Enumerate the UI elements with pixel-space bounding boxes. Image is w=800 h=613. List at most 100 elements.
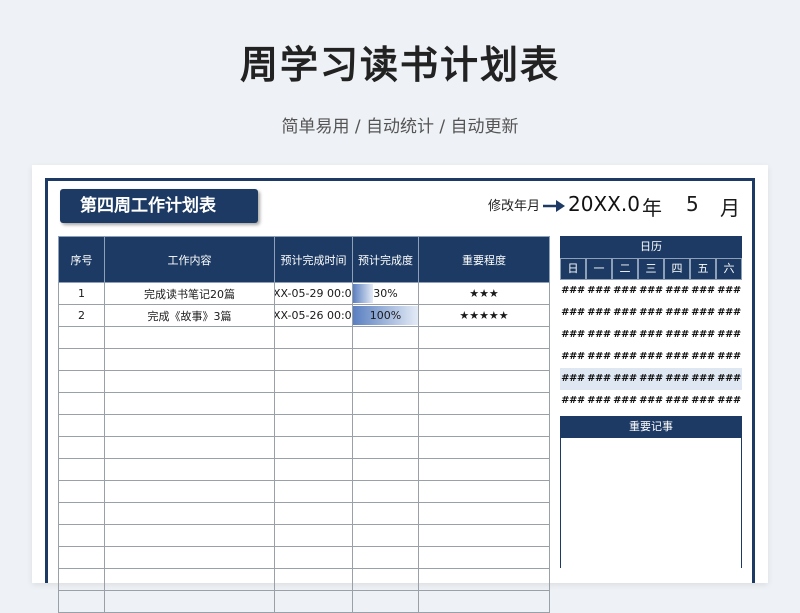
empty-cell[interactable] — [58, 458, 105, 481]
empty-cell[interactable] — [58, 590, 105, 613]
calendar-date-cell[interactable]: ### — [612, 390, 638, 412]
calendar-date-cell[interactable]: ### — [664, 324, 690, 346]
notes-area[interactable] — [560, 438, 742, 568]
empty-cell[interactable] — [58, 524, 105, 547]
calendar-date-cell[interactable]: ### — [560, 390, 586, 412]
calendar-date-cell[interactable]: ### — [690, 346, 716, 368]
row-importance[interactable]: ★★★ — [418, 282, 550, 305]
calendar-date-cell[interactable]: ### — [664, 390, 690, 412]
calendar-date-cell[interactable]: ### — [664, 280, 690, 302]
empty-cell[interactable] — [58, 546, 105, 569]
empty-cell[interactable] — [104, 590, 275, 613]
empty-cell[interactable] — [352, 326, 419, 349]
calendar-date-cell[interactable]: ### — [586, 368, 612, 390]
calendar-date-cell[interactable]: ### — [664, 302, 690, 324]
empty-cell[interactable] — [104, 392, 275, 415]
calendar-date-cell[interactable]: ### — [586, 302, 612, 324]
calendar-date-cell[interactable]: ### — [716, 390, 742, 412]
calendar-date-cell[interactable]: ### — [716, 324, 742, 346]
row-task[interactable]: 完成《故事》3篇 — [104, 304, 275, 327]
calendar-date-cell[interactable]: ### — [612, 280, 638, 302]
row-index[interactable]: 2 — [58, 304, 105, 327]
calendar-date-cell[interactable]: ### — [638, 324, 664, 346]
empty-cell[interactable] — [274, 524, 353, 547]
empty-cell[interactable] — [274, 590, 353, 613]
calendar-date-cell[interactable]: ### — [612, 302, 638, 324]
calendar-date-cell[interactable]: ### — [612, 368, 638, 390]
empty-cell[interactable] — [104, 568, 275, 591]
empty-cell[interactable] — [418, 370, 550, 393]
calendar-date-cell[interactable]: ### — [638, 280, 664, 302]
calendar-date-cell[interactable]: ### — [690, 280, 716, 302]
empty-cell[interactable] — [418, 502, 550, 525]
empty-cell[interactable] — [104, 524, 275, 547]
calendar-date-cell[interactable]: ### — [716, 346, 742, 368]
empty-cell[interactable] — [418, 326, 550, 349]
calendar-date-cell[interactable]: ### — [638, 302, 664, 324]
calendar-date-cell[interactable]: ### — [716, 302, 742, 324]
empty-cell[interactable] — [418, 480, 550, 503]
calendar-date-cell[interactable]: ### — [560, 324, 586, 346]
empty-cell[interactable] — [274, 502, 353, 525]
calendar-date-cell[interactable]: ### — [716, 280, 742, 302]
empty-cell[interactable] — [58, 502, 105, 525]
empty-cell[interactable] — [352, 480, 419, 503]
calendar-date-cell[interactable]: ### — [664, 368, 690, 390]
row-task[interactable]: 完成读书笔记20篇 — [104, 282, 275, 305]
empty-cell[interactable] — [352, 458, 419, 481]
empty-cell[interactable] — [104, 348, 275, 371]
calendar-date-cell[interactable]: ### — [690, 368, 716, 390]
calendar-date-cell[interactable]: ### — [560, 346, 586, 368]
empty-cell[interactable] — [274, 414, 353, 437]
calendar-date-cell[interactable]: ### — [586, 346, 612, 368]
empty-cell[interactable] — [274, 458, 353, 481]
calendar-date-cell[interactable]: ### — [560, 368, 586, 390]
empty-cell[interactable] — [104, 414, 275, 437]
empty-cell[interactable] — [352, 568, 419, 591]
empty-cell[interactable] — [58, 348, 105, 371]
row-due-time[interactable]: XX-05-26 00:00 — [274, 304, 353, 327]
empty-cell[interactable] — [352, 524, 419, 547]
empty-cell[interactable] — [274, 436, 353, 459]
empty-cell[interactable] — [58, 414, 105, 437]
calendar-date-cell[interactable]: ### — [638, 390, 664, 412]
empty-cell[interactable] — [352, 546, 419, 569]
empty-cell[interactable] — [274, 326, 353, 349]
empty-cell[interactable] — [418, 458, 550, 481]
empty-cell[interactable] — [352, 414, 419, 437]
empty-cell[interactable] — [58, 568, 105, 591]
calendar-date-cell[interactable]: ### — [612, 346, 638, 368]
empty-cell[interactable] — [418, 348, 550, 371]
calendar-date-cell[interactable]: ### — [638, 346, 664, 368]
calendar-date-cell[interactable]: ### — [664, 346, 690, 368]
empty-cell[interactable] — [274, 392, 353, 415]
empty-cell[interactable] — [418, 392, 550, 415]
week-title-badge[interactable]: 第四周工作计划表 — [60, 189, 258, 223]
calendar-date-cell[interactable]: ### — [586, 390, 612, 412]
empty-cell[interactable] — [104, 436, 275, 459]
empty-cell[interactable] — [352, 348, 419, 371]
empty-cell[interactable] — [418, 590, 550, 613]
empty-cell[interactable] — [352, 370, 419, 393]
empty-cell[interactable] — [418, 436, 550, 459]
empty-cell[interactable] — [58, 370, 105, 393]
empty-cell[interactable] — [104, 480, 275, 503]
empty-cell[interactable] — [418, 546, 550, 569]
empty-cell[interactable] — [352, 590, 419, 613]
row-index[interactable]: 1 — [58, 282, 105, 305]
empty-cell[interactable] — [418, 414, 550, 437]
empty-cell[interactable] — [104, 326, 275, 349]
empty-cell[interactable] — [104, 502, 275, 525]
empty-cell[interactable] — [274, 568, 353, 591]
empty-cell[interactable] — [104, 458, 275, 481]
empty-cell[interactable] — [274, 546, 353, 569]
empty-cell[interactable] — [58, 326, 105, 349]
empty-cell[interactable] — [58, 436, 105, 459]
calendar-date-cell[interactable]: ### — [586, 324, 612, 346]
calendar-date-cell[interactable]: ### — [690, 302, 716, 324]
calendar-date-cell[interactable]: ### — [690, 390, 716, 412]
calendar-date-cell[interactable]: ### — [560, 302, 586, 324]
calendar-date-cell[interactable]: ### — [690, 324, 716, 346]
empty-cell[interactable] — [274, 480, 353, 503]
empty-cell[interactable] — [274, 348, 353, 371]
